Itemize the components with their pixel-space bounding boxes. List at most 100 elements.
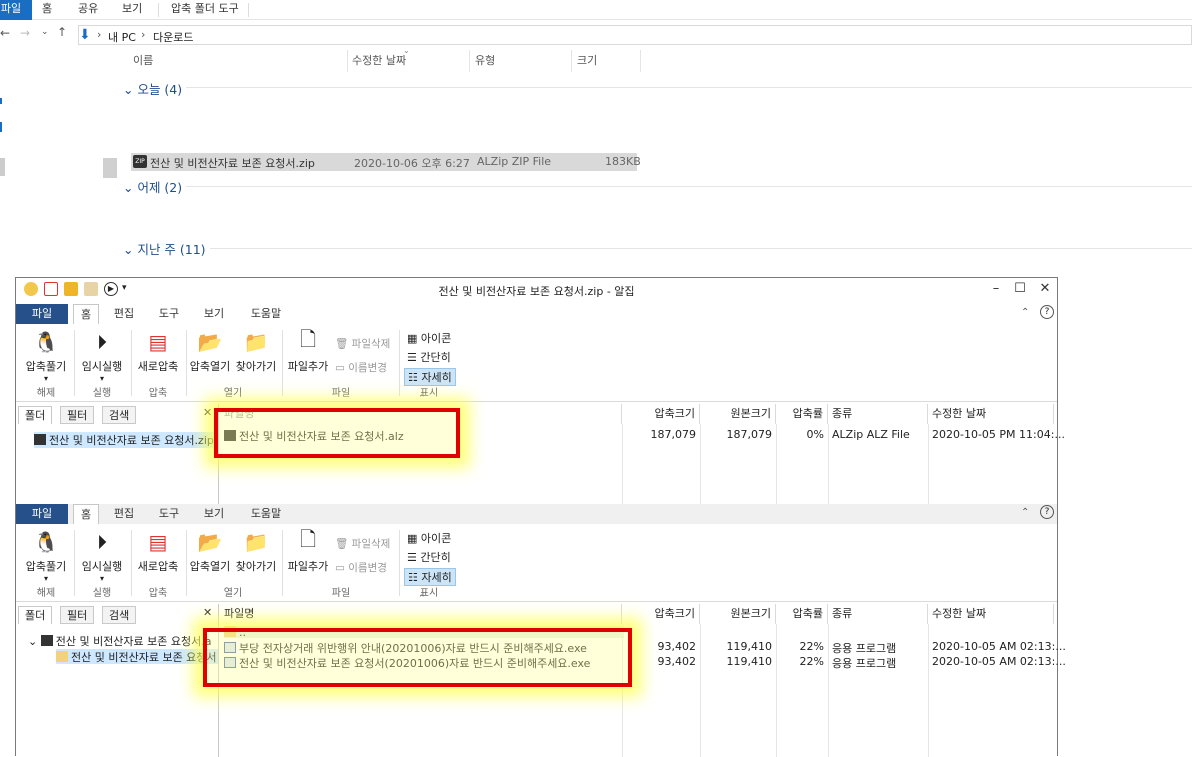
up-arrow-icon[interactable]: ↑ [57,25,67,39]
recent-chevron-icon[interactable]: ⌄ [41,27,49,37]
header-original[interactable]: 원본크기 [700,404,776,424]
file-date: 2020-10-06 오후 6:27 [354,157,470,170]
left-tab-filter[interactable]: 필터 [60,406,95,424]
collapse-ribbon-icon[interactable]: ⌃ [1021,307,1029,318]
left-tab-folder[interactable]: 폴더 [18,606,53,624]
tab-help[interactable]: 도움말 [246,504,286,524]
alzip-titlebar: ▶ ▾ 전산 및 비전산자료 보존 요청서.zip - 알집 – ☐ ✕ [16,278,1057,302]
add-file-button[interactable]: 🗋 파일추가 [286,527,330,574]
file-row-zip[interactable]: ZIP 전산 및 비전산자료 보존 요청서.zip 2020-10-06 오후 … [131,153,641,171]
tree-item-zip[interactable]: 전산 및 비전산자료 보존 요청서.zip [34,432,218,448]
group-last-week[interactable]: ⌄ 지난 주 (11) [123,239,206,258]
close-panel-icon[interactable]: ✕ [203,606,212,619]
delete-file-button[interactable]: 🗑 파일삭제 [335,536,390,551]
header-original[interactable]: 원본크기 [700,604,776,624]
help-icon[interactable]: ? [1040,505,1054,519]
header-date[interactable]: 수정한 날짜 [928,404,1054,424]
view-icons-button[interactable]: ▦ 아이콘 [404,530,454,546]
column-header-type[interactable]: 유형 [473,50,572,72]
explorer-tab-zip-tools[interactable]: 압축 폴더 도구 [171,0,239,20]
list-item-packed: 93,402 [657,640,697,653]
tab-home[interactable]: 홈 [73,304,99,324]
extract-button[interactable]: 🐧 압축풀기 ▾ [22,328,70,383]
close-icon[interactable]: ✕ [1035,281,1055,296]
header-ratio[interactable]: 압축률 [776,604,828,624]
find-button[interactable]: 📁 찾아가기 [234,528,278,574]
group-label-run: 실행 [92,388,112,399]
ribbon-divider [399,530,400,596]
maximize-icon[interactable]: ☐ [1010,281,1030,296]
extract-button[interactable]: 🐧 압축풀기 ▾ [22,528,70,583]
new-zip-button[interactable]: ▤ 새로압축 [134,328,182,374]
explorer-tab-view[interactable]: 보기 [122,0,142,20]
tab-view[interactable]: 보기 [201,504,227,524]
delete-file-button[interactable]: 🗑 파일삭제 [335,336,390,351]
list-item-original: 119,410 [726,655,773,668]
tab-tools[interactable]: 도구 [156,304,182,324]
find-button[interactable]: 📁 찾아가기 [234,328,278,374]
view-simple-button[interactable]: ☰ 간단히 [404,349,454,365]
add-file-button[interactable]: 🗋 파일추가 [286,327,330,374]
view-icons-button[interactable]: ▦ 아이콘 [404,330,454,346]
explorer-tab-share[interactable]: 공유 [78,0,98,20]
list-item-original: 187,079 [726,428,773,441]
tab-view[interactable]: 보기 [201,304,227,324]
rename-button[interactable]: ▭ 이름변경 [335,560,387,575]
tree-expand-chevron-icon: ⌄ [28,635,41,648]
breadcrumb-this-pc[interactable]: 내 PC [108,29,136,45]
nav-scrollbar-thumb[interactable] [103,158,117,178]
ribbon-divider [186,530,187,596]
group-today[interactable]: ⌄ 오늘 (4) [123,79,182,98]
column-header-name[interactable]: 이름 [131,50,348,72]
ribbon-expand-chevron-icon[interactable]: ⌃ [418,594,426,604]
alzip-ribbon-2: 🐧 압축풀기 ▾ 해제 ⏵ 임시실행 ▾ 실행 ▤ 새로압축 압축 📂 압축열기 📁 찾아가기… [16,524,1057,604]
help-icon[interactable]: ? [1040,305,1054,319]
list-item-original: 119,410 [726,640,773,653]
tab-tools[interactable]: 도구 [156,504,182,524]
run-button[interactable]: ⏵ 임시실행 ▾ [78,328,126,383]
header-kind[interactable]: 종류 [828,404,928,424]
header-kind[interactable]: 종류 [828,604,928,624]
header-packed[interactable]: 압축크기 [622,604,700,624]
column-header-size[interactable]: 크기 [575,50,641,72]
close-panel-icon[interactable]: ✕ [203,406,212,419]
header-date[interactable]: 수정한 날짜 [928,604,1054,624]
explorer-tab-home[interactable]: 홈 [42,0,52,20]
ribbon-expand-chevron-icon[interactable]: ⌃ [418,394,426,404]
run-button[interactable]: ⏵ 임시실행 ▾ [78,528,126,583]
back-arrow-icon[interactable]: ← [0,26,10,40]
group-label-extract: 해제 [36,588,56,599]
left-tab-folder[interactable]: 폴더 [18,406,53,424]
tab-help[interactable]: 도움말 [246,304,286,324]
open-zip-button[interactable]: 📂 압축열기 [188,328,232,374]
header-filename[interactable]: 파일명 [220,604,622,624]
tab-file[interactable]: 파일 [16,304,68,324]
tab-file[interactable]: 파일 [16,504,68,524]
tree-item-alz[interactable]: ⌄ 전산 및 비전산자료 보존 요청서.a [28,633,218,648]
forward-arrow-icon[interactable]: → [20,26,30,40]
group-yesterday[interactable]: ⌄ 어제 (2) [123,177,182,196]
open-zip-button[interactable]: 📂 압축열기 [188,528,232,574]
header-packed[interactable]: 압축크기 [622,404,700,424]
rename-button[interactable]: ▭ 이름변경 [335,360,387,375]
left-tab-filter[interactable]: 필터 [60,606,95,624]
header-ratio[interactable]: 압축률 [776,404,828,424]
tab-home[interactable]: 홈 [73,504,99,524]
tab-edit[interactable]: 편집 [111,504,137,524]
list-item-packed: 93,402 [657,655,697,668]
breadcrumb-downloads[interactable]: 다운로드 [153,29,193,45]
rename-icon: ▭ [335,562,349,574]
tab-edit[interactable]: 편집 [111,304,137,324]
left-tab-search[interactable]: 검색 [102,606,137,624]
explorer-tab-file[interactable]: 파일 [0,0,32,20]
left-tab-search[interactable]: 검색 [102,406,137,424]
column-header-date[interactable]: 수정한 날짜 [350,50,470,72]
group-label-open: 열기 [223,588,243,599]
tree-item-folder[interactable]: 전산 및 비전산자료 보존 요청서 [56,649,218,664]
minimize-icon[interactable]: – [986,281,1006,296]
view-simple-button[interactable]: ☰ 간단히 [404,549,454,565]
new-zip-button[interactable]: ▤ 새로압축 [134,528,182,574]
address-bar[interactable]: ⬇ › 내 PC › 다운로드 [78,25,1192,45]
collapse-ribbon-icon[interactable]: ⌃ [1021,507,1029,518]
grid-icon: ▦ [407,332,421,345]
